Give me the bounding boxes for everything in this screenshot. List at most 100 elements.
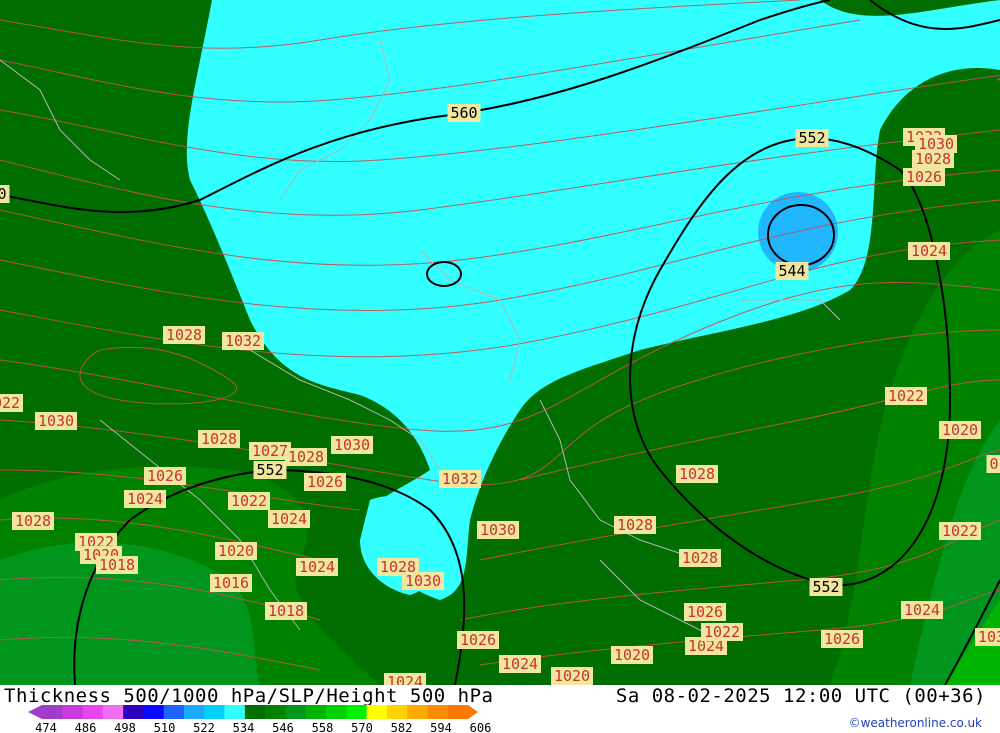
slp-label: 1028 [614,516,656,534]
svg-text:1030: 1030 [480,521,516,539]
legend-tick-label: 534 [233,721,255,733]
slp-label: 1028 [679,549,721,567]
slp-label: 1024 [124,490,166,508]
svg-text:1020: 1020 [218,542,254,560]
credit-link[interactable]: ©weatheronline.co.uk [849,716,982,730]
legend-tick-label: 606 [470,721,492,733]
svg-text:1026: 1026 [147,467,183,485]
legend-tick-label: 510 [154,721,176,733]
svg-text:1022: 1022 [704,623,740,641]
legend-swatch [82,705,104,719]
color-legend: 474 486 498 510 522 534 546 558 570 582 594 606 [28,705,492,733]
svg-text:1028: 1028 [166,326,202,344]
legend-tick-label: 558 [312,721,334,733]
slp-label: 1018 [265,602,307,620]
svg-text:1028: 1028 [915,150,951,168]
slp-label: 1028 [198,430,240,448]
svg-text:1018: 1018 [268,602,304,620]
slp-label: 1026 [903,168,945,186]
svg-text:1028: 1028 [15,512,51,530]
svg-text:1028: 1028 [201,430,237,448]
svg-text:1022: 1022 [0,394,20,412]
svg-text:1022: 1022 [942,522,978,540]
svg-text:1020: 1020 [554,667,590,685]
slp-label: 1026 [457,631,499,649]
footer: Thickness 500/1000 hPa/SLP/Height 500 hP… [0,685,1000,733]
svg-text:1022: 1022 [888,387,924,405]
svg-text:1026: 1026 [824,630,860,648]
svg-text:1016: 1016 [213,574,249,592]
weather-map: 5605525525525440 1028 1032103010281027 102… [0,0,1000,685]
slp-label: 1030 [331,436,373,454]
svg-text:1030: 1030 [978,628,1000,646]
height-label: 560 [447,104,481,122]
legend-swatch [163,705,185,719]
height-label: 552 [809,578,843,596]
slp-label: 1030 [402,572,444,590]
svg-text:1032: 1032 [225,332,261,350]
svg-text:1030: 1030 [38,412,74,430]
legend-tick-label: 594 [430,721,452,733]
slp-label: 1028 [163,326,205,344]
legend-swatch [204,705,226,719]
svg-text:1026: 1026 [460,631,496,649]
svg-text:1024: 1024 [911,242,947,260]
svg-text:552: 552 [812,578,839,596]
legend-arrow-right [468,705,478,719]
legend-swatch [326,705,347,719]
svg-text:1026: 1026 [307,473,343,491]
legend-swatch [346,705,368,719]
slp-label: 1027 [249,442,291,460]
svg-text:1024: 1024 [387,673,423,685]
slp-label: 1024 [499,655,541,673]
slp-label: 1016 [210,574,252,592]
slp-label: 1028 [676,465,718,483]
slp-label: 1026 [821,630,863,648]
svg-text:1032: 1032 [442,470,478,488]
svg-text:1022: 1022 [231,492,267,510]
svg-text:552: 552 [256,461,283,479]
legend-tick-label: 582 [391,721,413,733]
legend-swatch [244,705,266,719]
legend-tick-label: 522 [193,721,215,733]
slp-label: 1022 [939,522,981,540]
legend-swatch [366,705,388,719]
legend-swatch [62,705,84,719]
slp-label: 1032 [439,470,481,488]
legend-swatch [123,705,144,719]
legend-swatch [407,705,428,719]
svg-text:0: 0 [989,455,998,473]
legend-swatch [224,705,246,719]
slp-label: 1024 [908,242,950,260]
slp-label: 1020 [551,667,593,685]
slp-label: 1030 [35,412,77,430]
map-datetime: Sa 08-02-2025 12:00 UTC (00+36) [615,685,986,707]
legend-tick-label: 486 [75,721,97,733]
legend-swatch [42,705,63,719]
svg-text:1020: 1020 [942,421,978,439]
slp-label: 1020 [215,542,257,560]
legend-swatch [427,705,449,719]
legend-tick-label: 546 [272,721,294,733]
height-label: 0 [0,185,10,203]
slp-label: 1022 [0,394,23,412]
svg-text:1028: 1028 [679,465,715,483]
slp-label: 1030 [975,628,1000,646]
svg-text:1024: 1024 [127,490,163,508]
slp-label: 1026 [144,467,186,485]
legend-arrow-left [28,705,42,719]
slp-label: 1020 [939,421,981,439]
height-label: 544 [775,262,809,280]
svg-text:1024: 1024 [299,558,335,576]
slp-label: 1028 [912,150,954,168]
legend-swatch [386,705,408,719]
svg-text:1026: 1026 [906,168,942,186]
svg-text:1027: 1027 [252,442,288,460]
slp-label: 1024 [901,601,943,619]
height-label: 552 [253,461,287,479]
svg-text:1030: 1030 [405,572,441,590]
legend-swatch [447,705,469,719]
svg-text:0: 0 [0,185,7,203]
slp-label: 1022 [701,623,743,641]
svg-text:1026: 1026 [687,603,723,621]
